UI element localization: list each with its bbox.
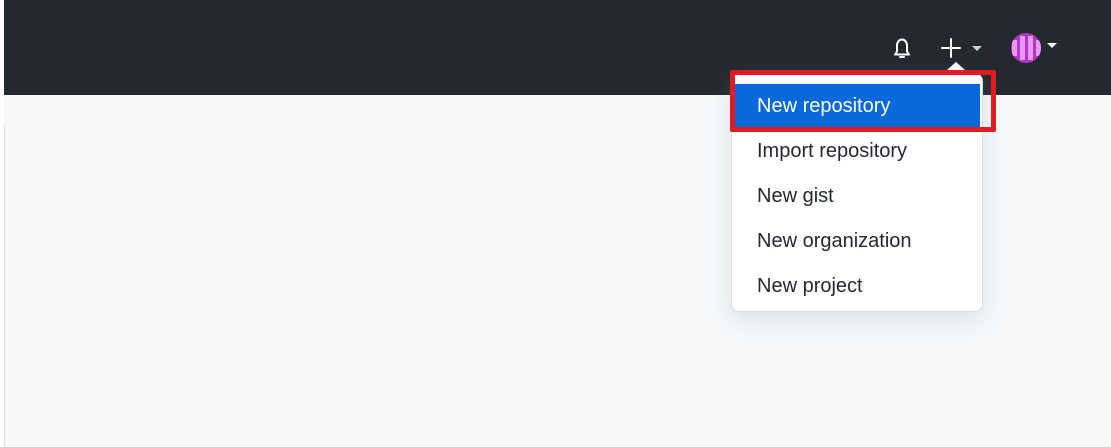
dropdown-pointer-icon — [947, 62, 965, 70]
menu-item-new-gist[interactable]: New gist — [732, 174, 982, 219]
chevron-down-icon — [1047, 43, 1057, 48]
chevron-down-icon — [972, 46, 982, 51]
menu-item-new-organization[interactable]: New organization — [732, 219, 982, 264]
avatar — [1011, 33, 1041, 63]
plus-icon — [941, 38, 961, 58]
content-divider — [4, 125, 5, 447]
create-new-dropdown[interactable] — [938, 33, 988, 70]
menu-item-new-project[interactable]: New project — [732, 264, 982, 309]
menu-item-import-repository[interactable]: Import repository — [732, 129, 982, 174]
bell-icon[interactable] — [890, 35, 914, 61]
menu-item-new-repository[interactable]: New repository — [734, 84, 980, 129]
profile-dropdown[interactable] — [1006, 30, 1064, 64]
create-new-menu: New repository Import repository New gis… — [731, 73, 983, 312]
